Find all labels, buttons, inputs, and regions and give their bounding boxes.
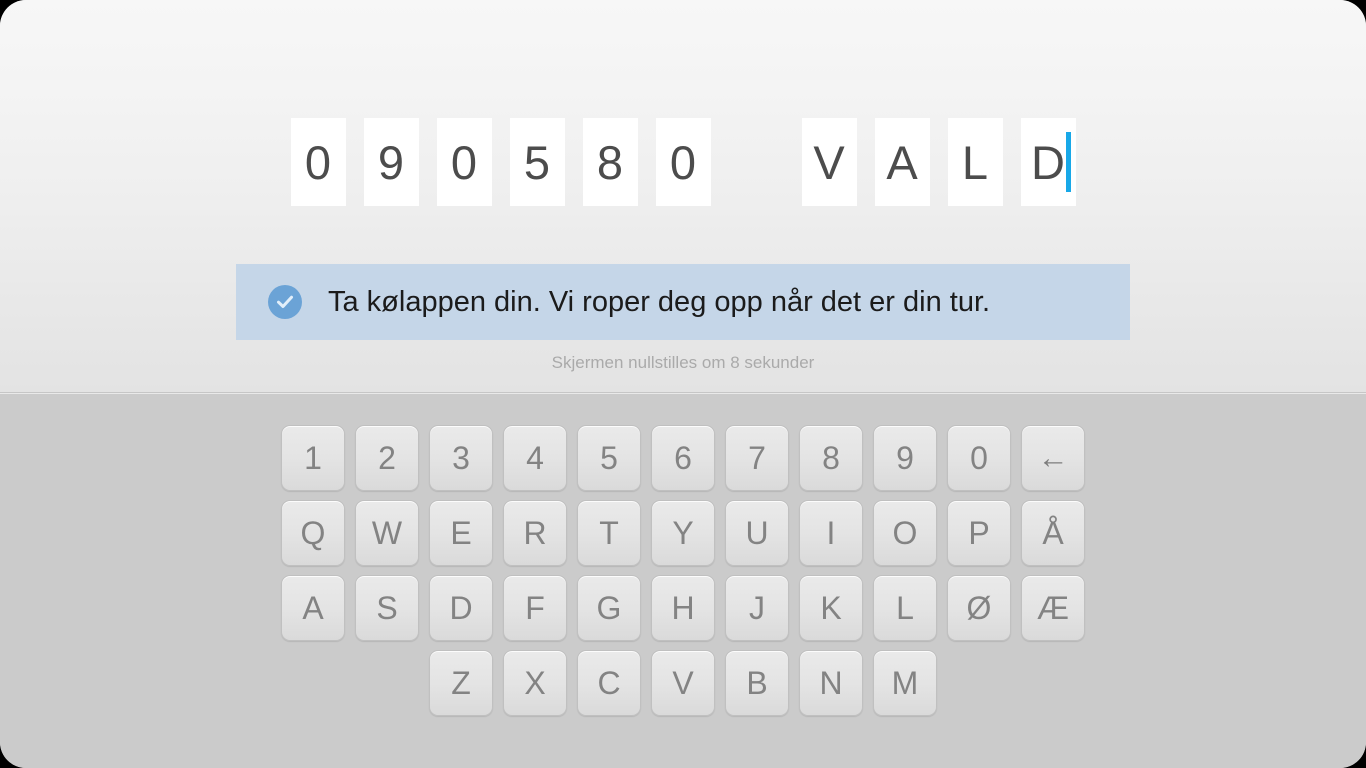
key-x[interactable]: X bbox=[503, 650, 567, 716]
key-q[interactable]: Q bbox=[281, 500, 345, 566]
letter-box: L bbox=[947, 118, 1003, 206]
letter-box: A bbox=[874, 118, 930, 206]
key-e[interactable]: E bbox=[429, 500, 493, 566]
key-0[interactable]: 0 bbox=[947, 425, 1011, 491]
digit-box: 0 bbox=[655, 118, 711, 206]
letter-group: V A L D bbox=[801, 118, 1076, 206]
letter-box: V bbox=[801, 118, 857, 206]
check-circle-icon bbox=[268, 285, 302, 319]
reset-timer-text: Skjermen nullstilles om 8 sekunder bbox=[551, 353, 815, 372]
key-oslash[interactable]: Ø bbox=[947, 575, 1011, 641]
key-u[interactable]: U bbox=[725, 500, 789, 566]
key-9[interactable]: 9 bbox=[873, 425, 937, 491]
key-7[interactable]: 7 bbox=[725, 425, 789, 491]
letter-box-value: D bbox=[1031, 135, 1065, 189]
key-o[interactable]: O bbox=[873, 500, 937, 566]
status-message-bar: Ta kølappen din. Vi roper deg opp når de… bbox=[236, 264, 1130, 340]
key-f[interactable]: F bbox=[503, 575, 567, 641]
keyboard-row-numbers: 1 2 3 4 5 6 7 8 9 0 ← bbox=[0, 425, 1366, 491]
key-w[interactable]: W bbox=[355, 500, 419, 566]
key-m[interactable]: M bbox=[873, 650, 937, 716]
key-y[interactable]: Y bbox=[651, 500, 715, 566]
digit-box: 8 bbox=[582, 118, 638, 206]
key-j[interactable]: J bbox=[725, 575, 789, 641]
key-4[interactable]: 4 bbox=[503, 425, 567, 491]
text-caret bbox=[1065, 132, 1071, 192]
digit-box: 0 bbox=[436, 118, 492, 206]
keyboard-row-top: Q W E R T Y U I O P Å bbox=[0, 500, 1366, 566]
digit-box: 0 bbox=[290, 118, 346, 206]
key-h[interactable]: H bbox=[651, 575, 715, 641]
key-a[interactable]: A bbox=[281, 575, 345, 641]
key-3[interactable]: 3 bbox=[429, 425, 493, 491]
letter-box: D bbox=[1020, 118, 1076, 206]
onscreen-keyboard: 1 2 3 4 5 6 7 8 9 0 ← Q W E R T Y U I O … bbox=[0, 394, 1366, 768]
key-1[interactable]: 1 bbox=[281, 425, 345, 491]
key-6[interactable]: 6 bbox=[651, 425, 715, 491]
keyboard-row-home: A S D F G H J K L Ø Æ bbox=[0, 575, 1366, 641]
key-b[interactable]: B bbox=[725, 650, 789, 716]
backspace-icon[interactable]: ← bbox=[1021, 425, 1085, 491]
keyboard-rows: 1 2 3 4 5 6 7 8 9 0 ← Q W E R T Y U I O … bbox=[0, 394, 1366, 716]
key-t[interactable]: T bbox=[577, 500, 641, 566]
key-c[interactable]: C bbox=[577, 650, 641, 716]
key-p[interactable]: P bbox=[947, 500, 1011, 566]
key-aring[interactable]: Å bbox=[1021, 500, 1085, 566]
key-8[interactable]: 8 bbox=[799, 425, 863, 491]
display-panel: 0 9 0 5 8 0 V A L D Ta kølappen din. Vi … bbox=[0, 0, 1366, 393]
keyboard-row-bottom: Z X C V B N M bbox=[0, 650, 1366, 716]
digit-box: 5 bbox=[509, 118, 565, 206]
key-k[interactable]: K bbox=[799, 575, 863, 641]
key-s[interactable]: S bbox=[355, 575, 419, 641]
key-2[interactable]: 2 bbox=[355, 425, 419, 491]
key-z[interactable]: Z bbox=[429, 650, 493, 716]
key-r[interactable]: R bbox=[503, 500, 567, 566]
ticket-entry-display: 0 9 0 5 8 0 V A L D bbox=[0, 118, 1366, 206]
status-message-text: Ta kølappen din. Vi roper deg opp når de… bbox=[328, 285, 991, 318]
key-i[interactable]: I bbox=[799, 500, 863, 566]
digit-box: 9 bbox=[363, 118, 419, 206]
key-n[interactable]: N bbox=[799, 650, 863, 716]
key-g[interactable]: G bbox=[577, 575, 641, 641]
key-l[interactable]: L bbox=[873, 575, 937, 641]
key-v[interactable]: V bbox=[651, 650, 715, 716]
key-5[interactable]: 5 bbox=[577, 425, 641, 491]
digit-group: 0 9 0 5 8 0 bbox=[290, 118, 711, 206]
key-ae[interactable]: Æ bbox=[1021, 575, 1085, 641]
kiosk-screen: 0 9 0 5 8 0 V A L D Ta kølappen din. Vi … bbox=[0, 0, 1366, 768]
key-d[interactable]: D bbox=[429, 575, 493, 641]
